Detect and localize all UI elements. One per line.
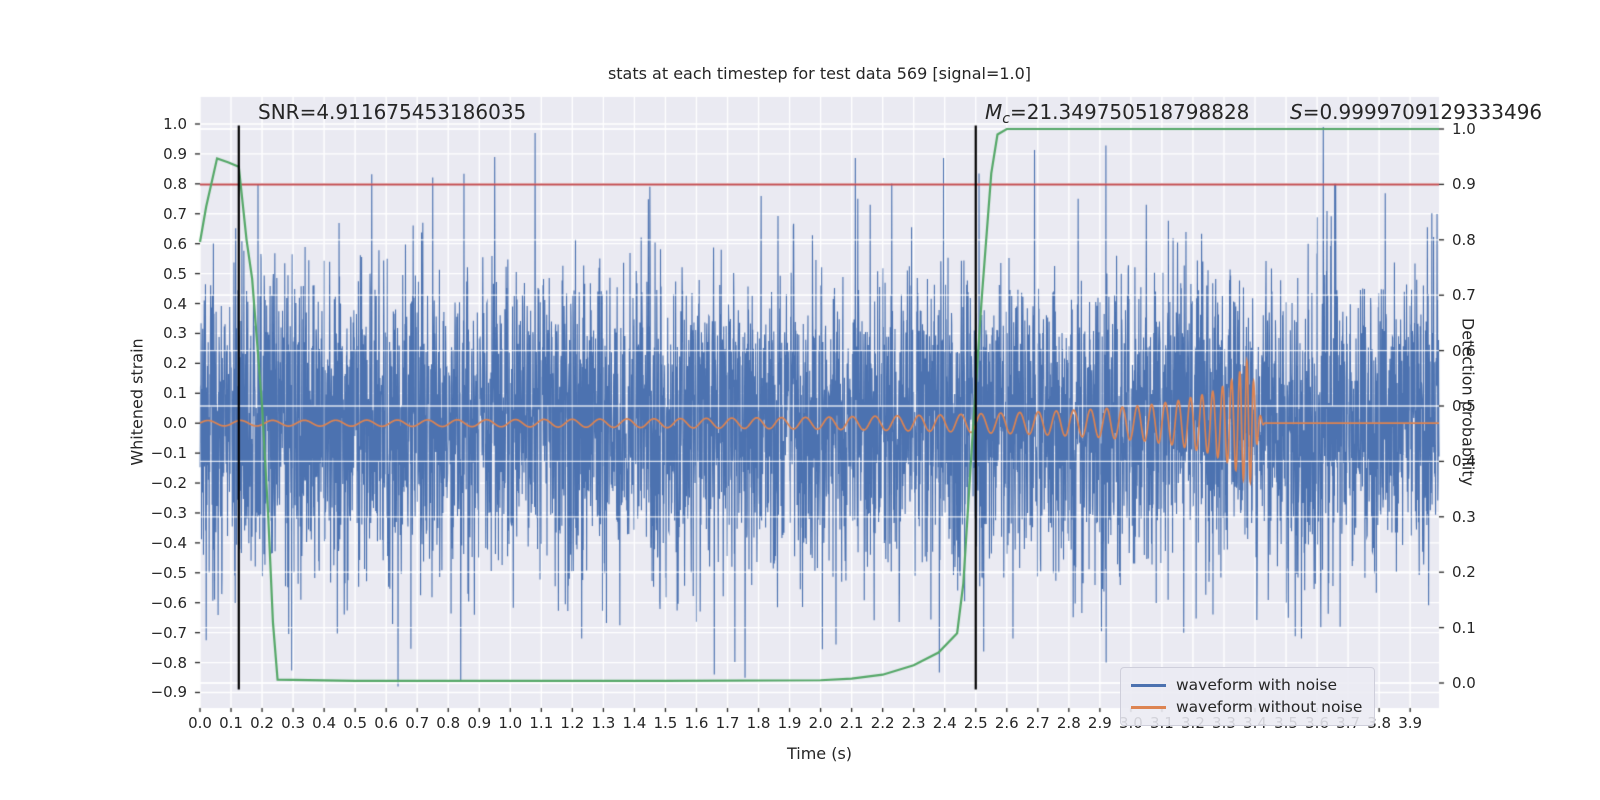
y-right-tick-label: 0.5	[1452, 397, 1476, 415]
y-left-tick-label: −0.4	[150, 533, 187, 552]
legend-row-clean: waveform without noise	[1131, 696, 1362, 718]
y-right-tick-label: 0.6	[1452, 341, 1476, 360]
y-left-tick-label: 0.0	[163, 414, 187, 433]
s-symbol: S	[1290, 100, 1303, 124]
snr-value: =4.911675453186035	[299, 100, 527, 124]
x-axis-label: Time (s)	[786, 744, 853, 763]
y-right-tick-label: 1.0	[1452, 120, 1476, 138]
mc-subscript: c	[1002, 111, 1010, 127]
legend-label: waveform without noise	[1176, 698, 1363, 716]
y-left-tick-label: −0.9	[150, 683, 187, 702]
y-right-tick-label: 0.4	[1452, 452, 1476, 471]
y-left-tick-label: 0.5	[163, 264, 187, 283]
y-left-tick-label: −0.6	[150, 593, 187, 612]
y-right-tick-label: 0.1	[1452, 618, 1476, 637]
y-left-tick-label: −0.7	[150, 623, 187, 642]
y-left-tick-label: 1.0	[163, 115, 187, 133]
y-left-tick-label: 0.3	[163, 324, 187, 343]
y-left-tick-label: 0.1	[163, 384, 187, 403]
legend-swatch-orange	[1131, 705, 1166, 709]
y-right-tick-label: 0.0	[1452, 674, 1476, 692]
figure: stats at each timestep for test data 569…	[0, 0, 1600, 800]
snr-symbol: SNR	[258, 100, 300, 124]
y-left-tick-label: 0.7	[163, 204, 187, 223]
chirp-mass-annotation: Mc=21.349750518798828	[985, 100, 1249, 127]
y-left-tick-label: −0.2	[150, 474, 187, 493]
legend-label: waveform with noise	[1176, 676, 1337, 694]
y-left-tick-label: −0.1	[150, 444, 187, 463]
y-left-tick-label: 0.4	[163, 294, 187, 313]
y-left-tick-label: 0.6	[163, 234, 187, 253]
y-right-tick-label: 0.7	[1452, 286, 1476, 305]
mc-symbol: M	[985, 100, 1003, 124]
y-left-tick-label: −0.5	[150, 563, 187, 582]
y-right-tick-label: 0.3	[1452, 507, 1476, 526]
plot-title: stats at each timestep for test data 569…	[607, 64, 1032, 83]
y-right-tick-label: 0.2	[1452, 563, 1476, 582]
snr-annotation: SNR=4.911675453186035	[258, 100, 526, 124]
legend: waveform with noise waveform without noi…	[1120, 667, 1376, 726]
y-left-tick-label: −0.8	[150, 653, 187, 672]
y-right-tick-label: 0.9	[1452, 175, 1476, 194]
y-left-tick-label: 0.8	[163, 174, 187, 193]
y-left-tick-label: 0.9	[163, 144, 187, 163]
legend-swatch-blue	[1131, 683, 1166, 687]
y-right-tick-label: 0.8	[1452, 230, 1476, 249]
legend-row-noise: waveform with noise	[1131, 674, 1362, 696]
x-tick-label: 3.9	[1398, 714, 1423, 732]
y-left-tick-label: −0.3	[150, 503, 187, 522]
mc-value: =21.349750518798828	[1009, 100, 1250, 124]
y-left-tick-label: 0.2	[163, 354, 187, 373]
